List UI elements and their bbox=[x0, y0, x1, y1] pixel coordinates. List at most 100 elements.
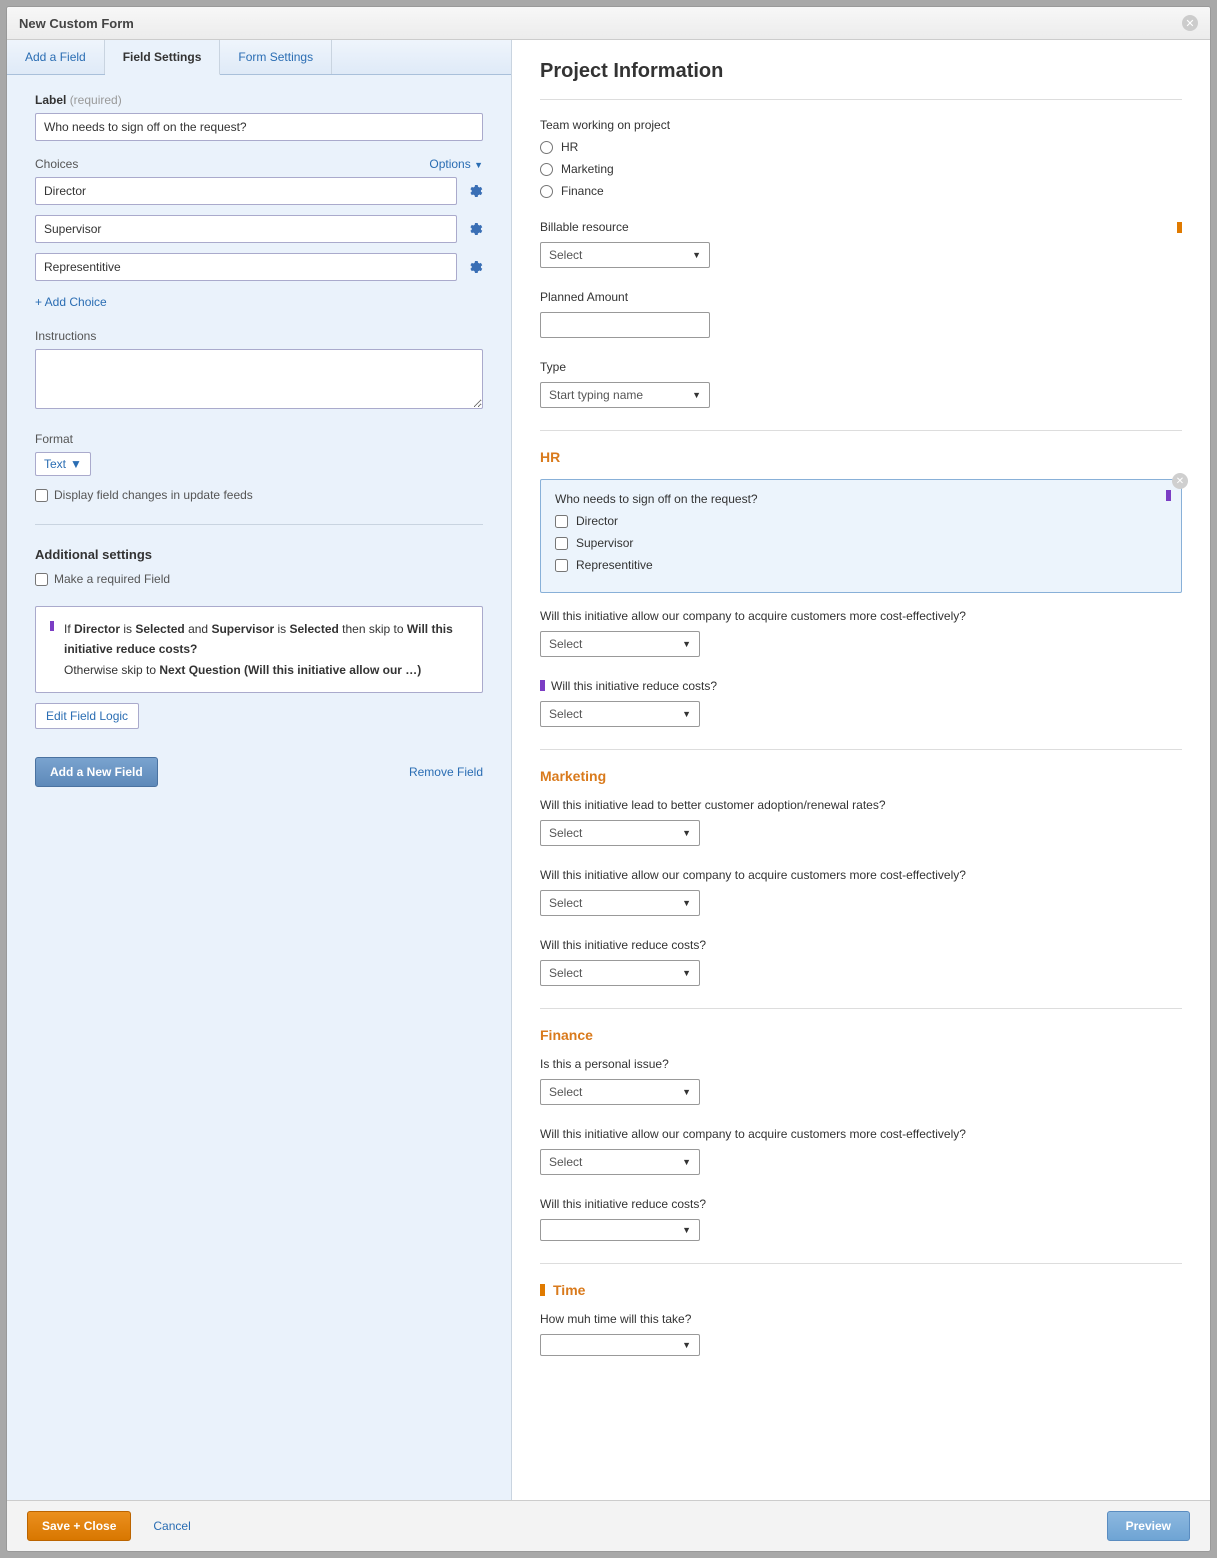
choice-input-1[interactable] bbox=[35, 177, 457, 205]
fin-personal-select[interactable]: Select▼ bbox=[540, 1079, 700, 1105]
instructions-label: Instructions bbox=[35, 329, 483, 343]
choice-input-3[interactable] bbox=[35, 253, 457, 281]
additional-settings-title: Additional settings bbox=[35, 547, 483, 562]
make-required-checkbox[interactable]: Make a required Field bbox=[35, 572, 483, 586]
mkt-acquire-select[interactable]: Select▼ bbox=[540, 890, 700, 916]
hr-reduce-select[interactable]: Select▼ bbox=[540, 701, 700, 727]
divider bbox=[35, 524, 483, 525]
modal: New Custom Form ✕ Add a Field Field Sett… bbox=[6, 6, 1211, 1552]
divider bbox=[540, 1263, 1182, 1264]
logic-indicator-icon bbox=[1166, 490, 1171, 501]
instructions-textarea[interactable] bbox=[35, 349, 483, 409]
time-section-heading: Time bbox=[540, 1282, 1182, 1298]
logic-indicator-icon bbox=[540, 680, 545, 691]
remove-field-link[interactable]: Remove Field bbox=[409, 765, 483, 779]
right-panel: Project Information Team working on proj… bbox=[512, 40, 1210, 1500]
checkbox[interactable] bbox=[35, 573, 48, 586]
cancel-link[interactable]: Cancel bbox=[153, 1519, 190, 1533]
time-select[interactable]: ▼ bbox=[540, 1334, 700, 1356]
type-select[interactable]: Start typing name▼ bbox=[540, 382, 710, 408]
radio-finance[interactable]: Finance bbox=[540, 184, 1182, 198]
label-label: Label (required) bbox=[35, 93, 483, 107]
checkbox-director[interactable]: Director bbox=[555, 514, 1167, 528]
planned-input[interactable] bbox=[540, 312, 710, 338]
divider bbox=[540, 430, 1182, 431]
checkbox-representitive[interactable]: Representitive bbox=[555, 558, 1167, 572]
hr-section-heading: HR bbox=[540, 449, 1182, 465]
fin-personal-field: Is this a personal issue? Select▼ bbox=[540, 1057, 1182, 1105]
add-new-field-button[interactable]: Add a New Field bbox=[35, 757, 158, 787]
mkt-reduce-field: Will this initiative reduce costs? Selec… bbox=[540, 938, 1182, 986]
choices-label: Choices bbox=[35, 157, 78, 171]
billable-select[interactable]: Select▼ bbox=[540, 242, 710, 268]
radio-hr[interactable]: HR bbox=[540, 140, 1182, 154]
fin-acquire-select[interactable]: Select▼ bbox=[540, 1149, 700, 1175]
caret-down-icon: ▼ bbox=[682, 828, 691, 838]
mkt-reduce-select[interactable]: Select▼ bbox=[540, 960, 700, 986]
caret-down-icon: ▼ bbox=[692, 250, 701, 260]
required-indicator-icon bbox=[1177, 222, 1182, 233]
caret-down-icon: ▼ bbox=[474, 160, 483, 170]
edit-field-logic-button[interactable]: Edit Field Logic bbox=[35, 703, 139, 729]
fin-reduce-field: Will this initiative reduce costs? ▼ bbox=[540, 1197, 1182, 1241]
choice-row bbox=[35, 253, 483, 281]
titlebar: New Custom Form ✕ bbox=[7, 7, 1210, 40]
time-field: How muh time will this take? ▼ bbox=[540, 1312, 1182, 1356]
add-choice-link[interactable]: + Add Choice bbox=[35, 295, 107, 309]
close-mini-icon[interactable]: ✕ bbox=[1172, 473, 1188, 489]
choice-row bbox=[35, 215, 483, 243]
choice-input-2[interactable] bbox=[35, 215, 457, 243]
divider bbox=[540, 749, 1182, 750]
format-label: Format bbox=[35, 432, 483, 446]
checkbox[interactable] bbox=[35, 489, 48, 502]
mkt-adoption-field: Will this initiative lead to better cust… bbox=[540, 798, 1182, 846]
caret-down-icon: ▼ bbox=[692, 390, 701, 400]
caret-down-icon: ▼ bbox=[682, 1225, 691, 1235]
gear-icon[interactable] bbox=[467, 259, 483, 275]
caret-down-icon: ▼ bbox=[682, 968, 691, 978]
logic-box: If Director is Selected and Supervisor i… bbox=[35, 606, 483, 693]
modal-title: New Custom Form bbox=[19, 16, 134, 31]
caret-down-icon: ▼ bbox=[682, 1157, 691, 1167]
caret-down-icon: ▼ bbox=[682, 709, 691, 719]
radio-marketing[interactable]: Marketing bbox=[540, 162, 1182, 176]
selected-field-preview[interactable]: ✕ Who needs to sign off on the request? … bbox=[540, 479, 1182, 593]
footer-left: Save + Close Cancel bbox=[27, 1511, 191, 1541]
tab-form-settings[interactable]: Form Settings bbox=[220, 40, 332, 74]
logic-indicator-icon bbox=[50, 621, 54, 631]
planned-field: Planned Amount bbox=[540, 290, 1182, 338]
choice-row bbox=[35, 177, 483, 205]
gear-icon[interactable] bbox=[467, 221, 483, 237]
type-field: Type Start typing name▼ bbox=[540, 360, 1182, 408]
marketing-section-heading: Marketing bbox=[540, 768, 1182, 784]
close-icon[interactable]: ✕ bbox=[1182, 15, 1198, 31]
left-panel: Add a Field Field Settings Form Settings… bbox=[7, 40, 512, 1500]
format-select[interactable]: Text▼ bbox=[35, 452, 91, 476]
caret-down-icon: ▼ bbox=[682, 1340, 691, 1350]
hr-acquire-field: Will this initiative allow our company t… bbox=[540, 609, 1182, 657]
preview-button[interactable]: Preview bbox=[1107, 1511, 1190, 1541]
caret-down-icon: ▼ bbox=[70, 457, 82, 471]
save-close-button[interactable]: Save + Close bbox=[27, 1511, 131, 1541]
display-changes-checkbox[interactable]: Display field changes in update feeds bbox=[35, 488, 483, 502]
panel-content: Label (required) Choices Options ▼ bbox=[7, 75, 511, 805]
label-input[interactable] bbox=[35, 113, 483, 141]
fin-reduce-select[interactable]: ▼ bbox=[540, 1219, 700, 1241]
caret-down-icon: ▼ bbox=[682, 898, 691, 908]
billable-field: Billable resource Select▼ bbox=[540, 220, 1182, 268]
tab-field-settings[interactable]: Field Settings bbox=[105, 40, 221, 75]
checkbox-supervisor[interactable]: Supervisor bbox=[555, 536, 1167, 550]
mkt-adoption-select[interactable]: Select▼ bbox=[540, 820, 700, 846]
body: Add a Field Field Settings Form Settings… bbox=[7, 40, 1210, 1500]
caret-down-icon: ▼ bbox=[682, 639, 691, 649]
mkt-acquire-field: Will this initiative allow our company t… bbox=[540, 868, 1182, 916]
divider bbox=[540, 99, 1182, 100]
gear-icon[interactable] bbox=[467, 183, 483, 199]
hr-acquire-select[interactable]: Select▼ bbox=[540, 631, 700, 657]
options-link[interactable]: Options ▼ bbox=[429, 157, 483, 171]
caret-down-icon: ▼ bbox=[682, 1087, 691, 1097]
logic-text: If Director is Selected and Supervisor i… bbox=[64, 619, 468, 680]
footer: Save + Close Cancel Preview bbox=[7, 1500, 1210, 1551]
tab-add-field[interactable]: Add a Field bbox=[7, 40, 105, 74]
team-field: Team working on project HR Marketing Fin… bbox=[540, 118, 1182, 198]
